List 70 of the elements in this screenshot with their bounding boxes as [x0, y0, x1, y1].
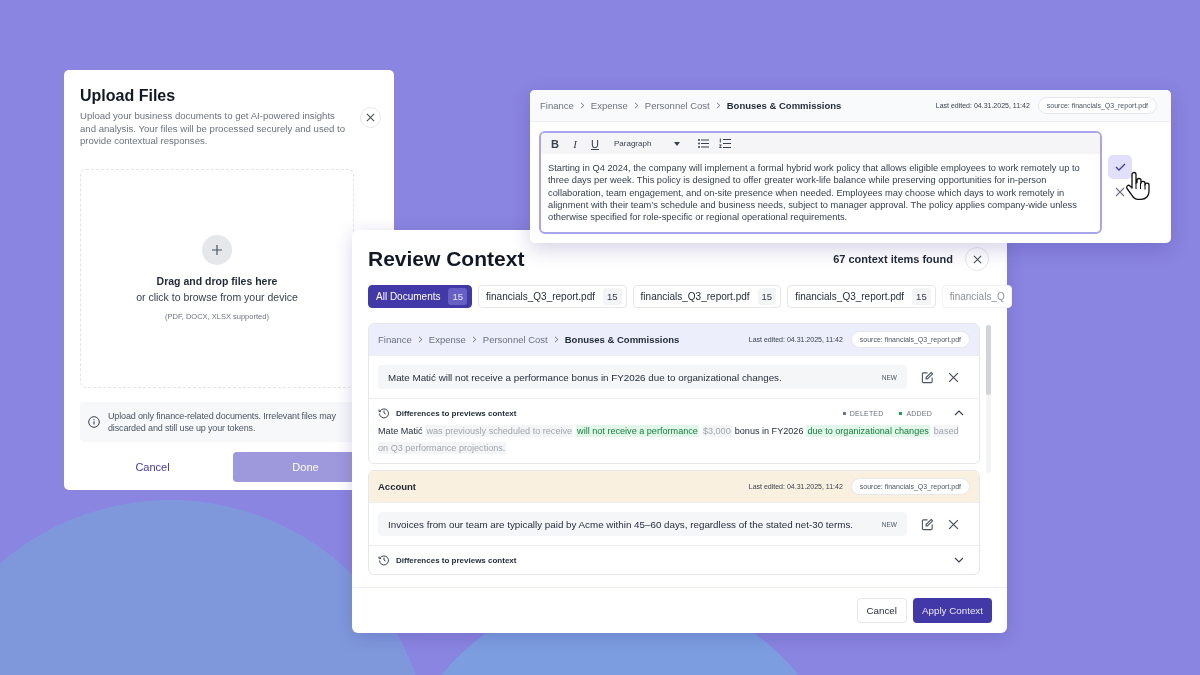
edit-icon[interactable]: [921, 517, 934, 531]
history-icon: [378, 407, 390, 419]
breadcrumb-item[interactable]: Bonuses & Commissions: [564, 334, 680, 345]
dialog-description: Upload your business documents to get AI-powered insights and analysis. Your files will be processed securely and used to provide contextual responses.: [80, 110, 347, 148]
close-icon[interactable]: [948, 518, 959, 530]
close-icon: [366, 113, 375, 122]
differences-title: Differences to previews context: [396, 555, 517, 565]
chevron-right-icon: [633, 102, 639, 109]
cancel-button[interactable]: Cancel: [856, 598, 907, 623]
chevron-right-icon: [417, 336, 423, 343]
count-badge: 15: [448, 288, 468, 305]
chevron-up-icon[interactable]: [954, 410, 964, 416]
dropzone-subheading: or click to browse from your device: [136, 291, 298, 303]
count-badge: 15: [912, 288, 931, 305]
document-tab[interactable]: financials_Q3_report.pdf 15: [632, 285, 782, 308]
differences-title: Differences to previews context: [396, 408, 517, 418]
caret-icon: [674, 141, 680, 146]
document-tab[interactable]: financials_Q3_report.pdf 15: [478, 285, 627, 308]
confirm-button[interactable]: [1108, 155, 1132, 179]
dialog-title: Review Context: [368, 247, 526, 271]
check-icon: [1114, 163, 1126, 171]
editor-text: Starting in Q4 2024, the company will implement a formal hybrid work policy that allows eligible employees to work remotely up to three days per week. This policy is designed to offer greater work-life balance while preserving opportunities for in-person collaboration, team engagement, and on-site presence when needed. Employees may choose which days to work remotely in alignment with their team’s schedule and business needs, subject to manager approval. The policy applies company-wide unless otherwise specified for role-specific or regional operational requirements.: [547, 162, 1081, 225]
count-badge: 15: [603, 288, 622, 305]
context-text: Invoices from our team are typically paid by Acme within 45–60 days, regardless of the stated net-30 terms.: [388, 518, 855, 530]
note-text: discarded and still use up your tokens.: [108, 422, 257, 433]
close-button[interactable]: [965, 247, 989, 271]
deleted-text: $3,000: [701, 425, 732, 437]
chevron-down-icon[interactable]: [954, 557, 964, 564]
format-button[interactable]: I: [570, 137, 580, 150]
dialog-title: Upload Files: [80, 87, 177, 105]
text-editor[interactable]: [539, 131, 1102, 235]
format-button[interactable]: U: [590, 137, 600, 150]
document-tab[interactable]: All Documents 15: [368, 285, 473, 308]
deleted-text: was previously scheduled to receive: [425, 425, 574, 437]
chevron-right-icon: [553, 336, 559, 343]
breadcrumb-item[interactable]: Finance: [540, 100, 574, 111]
breadcrumb-item[interactable]: Personnel Cost: [644, 100, 710, 111]
close-button[interactable]: [360, 107, 381, 128]
count-badge: 15: [757, 288, 777, 305]
added-text: due to organizational changes: [806, 425, 930, 437]
numbered-list-icon[interactable]: [719, 138, 731, 149]
document-tab[interactable]: financials_Q3_report.pdf 15: [787, 285, 936, 308]
apply-button[interactable]: Apply Context: [913, 598, 992, 623]
note-text: Upload only finance-related documents. Irrelevant files may: [108, 410, 336, 421]
items-count: 67 context items found: [833, 253, 953, 265]
hand-cursor-icon: [1124, 171, 1152, 201]
bullet-list-icon[interactable]: [698, 139, 709, 148]
add-icon: [202, 235, 232, 265]
scrollbar[interactable]: [986, 325, 991, 473]
unchanged-text: bonus in FY2026: [734, 425, 804, 437]
chevron-right-icon: [579, 102, 585, 109]
context-text: Mate Matić will not receive a performance bonus in FY2026 due to organizational changes.: [388, 371, 783, 383]
breadcrumb-item[interactable]: Personnel Cost: [482, 334, 548, 345]
breadcrumb-item[interactable]: Expense: [428, 334, 466, 345]
close-icon[interactable]: [948, 371, 959, 383]
info-icon: [88, 415, 100, 428]
edit-icon[interactable]: [921, 370, 934, 384]
breadcrumb-item[interactable]: Bonuses & Commissions: [726, 100, 842, 111]
history-icon: [378, 554, 390, 567]
chevron-right-icon: [715, 102, 721, 109]
close-icon[interactable]: [1115, 187, 1125, 197]
breadcrumb-item[interactable]: Expense: [590, 100, 628, 111]
dropzone-heading: Drag and drop files here: [156, 275, 278, 287]
unchanged-text: Mate Matić: [378, 425, 423, 437]
breadcrumb-item[interactable]: Account: [378, 481, 416, 493]
close-icon: [972, 254, 982, 264]
chevron-right-icon: [471, 336, 477, 343]
added-text: will not receive a performance: [576, 425, 699, 437]
format-button[interactable]: B: [550, 137, 560, 150]
breadcrumb-item[interactable]: Finance: [378, 334, 412, 345]
